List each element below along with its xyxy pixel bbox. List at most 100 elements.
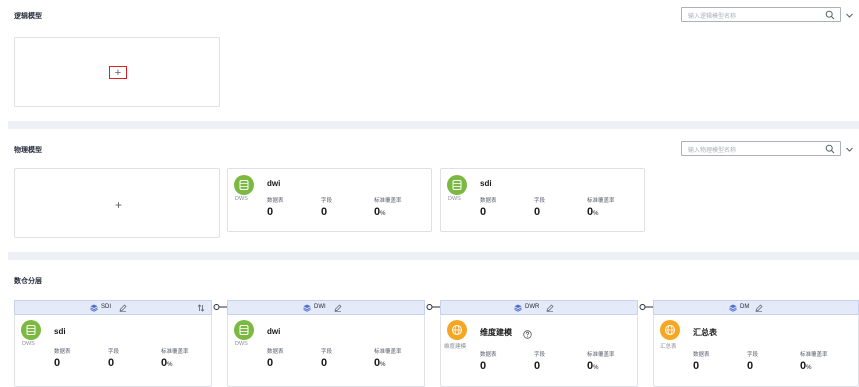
physical-model-search-input[interactable]: 输入物理模型名称 — [681, 141, 841, 156]
layer-model-name[interactable]: dwi — [267, 327, 280, 336]
add-logical-model-button[interactable]: + — [109, 66, 127, 79]
dws-badge — [21, 320, 41, 340]
layer-header-dwr: DWR — [440, 300, 638, 315]
coverage-unit: % — [593, 365, 599, 371]
logical-model-search-input[interactable]: 输入逻辑模型名称 — [681, 7, 841, 22]
add-physical-model-card[interactable]: + — [14, 168, 220, 238]
layer-name: DWR — [525, 304, 540, 310]
layer-name: SDI — [101, 304, 112, 310]
stat-value-fields: 0 — [321, 206, 328, 218]
layer-model-name[interactable]: 维度建模 — [480, 327, 512, 338]
database-icon — [452, 180, 462, 190]
badge-label: DWS — [22, 341, 35, 347]
layer-model-name[interactable]: sdi — [54, 327, 66, 336]
layer-header-dwi: DWI — [227, 300, 425, 315]
stat-value-coverage: 0% — [587, 360, 598, 372]
model-name[interactable]: sdi — [480, 179, 492, 188]
badge-label: DWS — [235, 341, 248, 347]
layers-icon — [303, 304, 311, 312]
coverage-unit: % — [380, 362, 386, 368]
help-icon[interactable] — [523, 330, 532, 339]
stat-label-tables: 数据表 — [693, 352, 710, 358]
layers-icon — [729, 304, 737, 312]
physical-model-card-sdi[interactable]: DWS sdi 数据表 字段 标准覆盖率 0 0 0% — [440, 168, 645, 232]
edit-icon[interactable] — [334, 304, 342, 312]
stat-label-tables: 数据表 — [54, 349, 71, 355]
section-divider — [8, 252, 859, 260]
stat-label-fields: 字段 — [321, 349, 333, 355]
stat-label-tables: 数据表 — [480, 198, 497, 204]
add-physical-model-button[interactable]: + — [115, 199, 122, 211]
layers-icon — [90, 304, 98, 312]
search-icon[interactable] — [825, 10, 835, 20]
stat-label-tables: 数据表 — [267, 349, 284, 355]
stat-value-coverage: 0% — [800, 360, 811, 372]
layer-model-name[interactable]: 汇总表 — [693, 327, 717, 338]
stat-label-coverage: 标准覆盖率 — [800, 352, 828, 358]
globe-icon — [665, 325, 675, 335]
model-name[interactable]: dwi — [267, 179, 280, 188]
stat-label-coverage: 标准覆盖率 — [587, 352, 615, 358]
dws-badge — [447, 175, 467, 195]
layer-header-dm: DM — [653, 300, 859, 315]
stat-value-fields: 0 — [534, 206, 541, 218]
sort-icon[interactable] — [197, 304, 205, 312]
coverage-unit: % — [380, 211, 386, 217]
dws-badge — [234, 175, 254, 195]
stat-value-fields: 0 — [534, 360, 541, 372]
stat-label-fields: 字段 — [747, 352, 759, 358]
stat-value-tables: 0 — [54, 357, 61, 369]
stat-label-coverage: 标准覆盖率 — [374, 349, 402, 355]
stat-label-tables: 数据表 — [267, 198, 284, 204]
badge-label: DWS — [448, 196, 461, 202]
layer-card-sdi[interactable]: DWS sdi 数据表 字段 标准覆盖率 0 0 0% — [14, 315, 212, 387]
stat-value-coverage: 0% — [587, 206, 598, 218]
layer-card-dm[interactable]: 汇总表 汇总表 数据表 字段 标准覆盖率 0 0 0% — [653, 315, 859, 387]
stat-label-tables: 数据表 — [480, 352, 497, 358]
coverage-unit: % — [806, 365, 812, 371]
stat-label-coverage: 标准覆盖率 — [161, 349, 189, 355]
badge-label: 维度建模 — [444, 344, 467, 350]
layer-name: DM — [740, 304, 750, 310]
stat-label-fields: 字段 — [534, 198, 546, 204]
stat-value-tables: 0 — [267, 206, 274, 218]
database-icon — [239, 325, 249, 335]
chevron-down-icon[interactable] — [845, 145, 854, 154]
badge-label: DWS — [235, 196, 248, 202]
add-logical-model-card[interactable]: + — [14, 37, 220, 107]
search-icon[interactable] — [825, 144, 835, 154]
stat-value-fields: 0 — [108, 357, 115, 369]
edit-icon[interactable] — [546, 304, 554, 312]
stat-value-coverage: 0% — [374, 206, 385, 218]
stat-value-coverage: 0% — [374, 357, 385, 369]
layer-header-sdi: SDI — [14, 300, 212, 315]
edit-icon[interactable] — [755, 304, 763, 312]
stat-value-fields: 0 — [321, 357, 328, 369]
coverage-unit: % — [593, 211, 599, 217]
coverage-unit: % — [167, 362, 173, 368]
section-divider — [8, 121, 859, 129]
layers-icon — [514, 304, 522, 312]
globe-icon — [452, 325, 462, 335]
stat-value-coverage: 0% — [161, 357, 172, 369]
badge-label: 汇总表 — [660, 344, 677, 350]
layer-card-dwr[interactable]: 维度建模 维度建模 数据表 字段 标准覆盖率 0 0 0% — [440, 315, 638, 387]
stat-label-fields: 字段 — [321, 198, 333, 204]
stat-value-tables: 0 — [693, 360, 700, 372]
stat-label-coverage: 标准覆盖率 — [587, 198, 615, 204]
edit-icon[interactable] — [119, 304, 127, 312]
stat-label-fields: 字段 — [108, 349, 120, 355]
dws-badge — [234, 320, 254, 340]
stat-value-tables: 0 — [480, 360, 487, 372]
layer-card-dwi[interactable]: DWS dwi 数据表 字段 标准覆盖率 0 0 0% — [227, 315, 425, 387]
stat-label-fields: 字段 — [534, 352, 546, 358]
stat-value-tables: 0 — [480, 206, 487, 218]
model-badge — [660, 320, 680, 340]
stat-value-tables: 0 — [267, 357, 274, 369]
database-icon — [26, 325, 36, 335]
physical-model-card-dwi[interactable]: DWS dwi 数据表 字段 标准覆盖率 0 0 0% — [227, 168, 432, 232]
chevron-down-icon[interactable] — [845, 11, 854, 20]
model-badge — [447, 320, 467, 340]
search-placeholder: 输入物理模型名称 — [688, 148, 737, 154]
stat-value-fields: 0 — [747, 360, 754, 372]
